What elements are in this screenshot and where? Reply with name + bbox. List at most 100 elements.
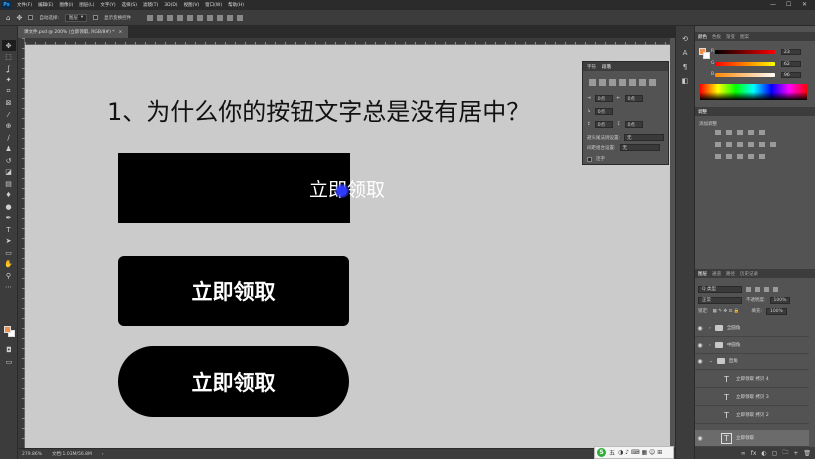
character-icon[interactable]: A xyxy=(680,48,690,58)
zoom-level[interactable]: 279.86% xyxy=(22,452,42,457)
menu-image[interactable]: 图像(I) xyxy=(56,2,76,8)
properties-icon[interactable]: ◧ xyxy=(680,76,690,86)
layer-row[interactable]: T 立即领取 拷贝 4 xyxy=(695,371,809,388)
crop-tool-icon[interactable]: ⌗ xyxy=(2,86,16,97)
chevron-right-icon[interactable]: › xyxy=(709,326,711,331)
canvas[interactable]: 1、为什么你的按钮文字总是没有居中？ 立即领取 立即领取 立即领取 xyxy=(25,45,670,448)
align-center-icon[interactable] xyxy=(599,79,606,86)
move-tool-icon[interactable]: ✥ xyxy=(16,14,22,22)
tab-channels[interactable]: 通道 xyxy=(712,271,721,277)
eye-icon[interactable]: ◉ xyxy=(695,435,705,442)
spacing-dropdown[interactable]: 无 xyxy=(619,144,660,151)
channel-b-value[interactable]: 96 xyxy=(781,72,801,78)
invert-icon[interactable] xyxy=(715,154,721,159)
lasso-tool-icon[interactable]: ʆ xyxy=(2,63,16,74)
layer-row[interactable]: ◉ ⌄ 直角 xyxy=(695,353,809,370)
align-hcenter-icon[interactable] xyxy=(157,14,164,21)
tab-layers[interactable]: 图层 xyxy=(698,271,707,277)
chevron-right-icon[interactable]: › xyxy=(709,343,711,348)
curves-icon[interactable] xyxy=(737,130,743,135)
levels-icon[interactable] xyxy=(726,130,732,135)
healing-brush-icon[interactable]: ⊕ xyxy=(2,121,16,132)
adjustment-layer-icon[interactable]: ◐ xyxy=(761,450,766,457)
paragraph-icon[interactable]: ¶ xyxy=(680,62,690,72)
tab-paths[interactable]: 路径 xyxy=(726,271,735,277)
fill-field[interactable]: 100% xyxy=(765,307,787,315)
distribute-icon[interactable] xyxy=(227,14,234,21)
menu-layer[interactable]: 图层(L) xyxy=(76,2,97,8)
align-vcenter-icon[interactable] xyxy=(187,14,194,21)
filter-shape-icon[interactable] xyxy=(773,286,778,292)
eraser-tool-icon[interactable]: ◪ xyxy=(2,167,16,178)
mask-icon[interactable]: ▢ xyxy=(772,450,778,457)
brush-tool-icon[interactable]: ∕ xyxy=(2,132,16,143)
channel-g-value[interactable]: 62 xyxy=(781,61,801,67)
channel-b-slider[interactable] xyxy=(715,73,775,77)
opacity-field[interactable]: 100% xyxy=(769,296,791,304)
tab-paragraph[interactable]: 段落 xyxy=(602,64,611,70)
eye-icon[interactable]: ◉ xyxy=(695,325,705,332)
tab-character[interactable]: 字符 xyxy=(587,64,596,70)
color-spectrum[interactable] xyxy=(700,84,807,100)
type-tool-icon[interactable]: T xyxy=(2,224,16,235)
justify-right-icon[interactable] xyxy=(639,79,646,86)
layer-row[interactable]: ◉ › 全圆角 xyxy=(695,320,809,337)
space-before-field[interactable]: 0点 xyxy=(594,121,613,128)
link-layers-icon[interactable]: ∞ xyxy=(741,450,746,457)
layer-filter-dropdown[interactable]: Q 类型 xyxy=(698,285,742,293)
new-layer-icon[interactable]: + xyxy=(793,450,798,457)
trash-icon[interactable]: 🗑 xyxy=(803,450,811,457)
home-icon[interactable]: ⌂ xyxy=(6,14,10,22)
history-brush-icon[interactable]: ↺ xyxy=(2,155,16,166)
gradient-tool-icon[interactable]: ▤ xyxy=(2,178,16,189)
dodge-tool-icon[interactable]: ● xyxy=(2,201,16,212)
rounded-button[interactable]: 立即领取 xyxy=(118,256,349,326)
indent-first-field[interactable]: 0点 xyxy=(594,108,613,115)
shape-tool-icon[interactable]: ▭ xyxy=(2,247,16,258)
tab-gradients[interactable]: 渐变 xyxy=(726,34,735,40)
lock-icon[interactable]: ▦ ✎ ✥ ⊡ 🔒 xyxy=(713,309,740,314)
fx-icon[interactable]: fx xyxy=(751,450,757,457)
new-group-icon[interactable]: 🗀 xyxy=(782,448,788,458)
exposure-icon[interactable] xyxy=(748,130,754,135)
justify-center-icon[interactable] xyxy=(629,79,636,86)
pen-tool-icon[interactable]: ✒ xyxy=(2,213,16,224)
quick-mask-icon[interactable]: ◘ xyxy=(2,344,16,355)
posterize-icon[interactable] xyxy=(726,154,732,159)
distribute-icon[interactable] xyxy=(237,14,244,21)
eyedropper-icon[interactable]: ⁄ xyxy=(2,109,16,120)
menu-view[interactable]: 视图(V) xyxy=(181,2,203,8)
blur-tool-icon[interactable]: ♦ xyxy=(2,190,16,201)
hyphenate-checkbox[interactable] xyxy=(587,156,592,162)
selective-color-icon[interactable] xyxy=(759,154,765,159)
justify-all-icon[interactable] xyxy=(649,79,656,86)
move-tool-icon[interactable]: ✥ xyxy=(1,40,16,51)
tab-swatches[interactable]: 色板 xyxy=(712,34,721,40)
vibrance-icon[interactable] xyxy=(759,130,765,135)
sogou-logo-icon[interactable]: S xyxy=(597,448,606,457)
layer-row-selected[interactable]: ◉ T 立即领取 xyxy=(695,430,809,447)
filter-adjust-icon[interactable] xyxy=(755,286,760,292)
eye-icon[interactable]: ◉ xyxy=(695,342,705,349)
frame-tool-icon[interactable]: ⊠ xyxy=(2,98,16,109)
auto-select-dropdown[interactable]: 图层 ▾ xyxy=(64,13,88,22)
distribute-icon[interactable] xyxy=(217,14,224,21)
indent-left-field[interactable]: 0点 xyxy=(594,95,613,102)
align-left-icon[interactable] xyxy=(589,79,596,86)
menu-filter[interactable]: 滤镜(T) xyxy=(140,2,161,8)
distribute-icon[interactable] xyxy=(207,14,214,21)
hue-icon[interactable] xyxy=(715,142,721,147)
auto-select-checkbox[interactable] xyxy=(28,15,34,20)
menu-3d[interactable]: 3D(D) xyxy=(161,3,180,8)
pill-button[interactable]: 立即领取 xyxy=(118,346,349,417)
ime-icons[interactable]: ◑ ♪ ⌨ ▦ ☺ ⊞ xyxy=(618,449,662,456)
channel-g-slider[interactable] xyxy=(715,62,775,66)
tab-adjustments[interactable]: 调整 xyxy=(698,109,707,115)
minimize-icon[interactable]: — xyxy=(770,1,776,8)
show-transform-checkbox[interactable] xyxy=(93,15,99,20)
tab-patterns[interactable]: 图案 xyxy=(740,34,749,40)
menu-file[interactable]: 文件(F) xyxy=(14,2,35,8)
menu-window[interactable]: 窗口(W) xyxy=(202,2,225,8)
space-after-field[interactable]: 0点 xyxy=(624,121,643,128)
filter-pixel-icon[interactable] xyxy=(746,286,751,292)
